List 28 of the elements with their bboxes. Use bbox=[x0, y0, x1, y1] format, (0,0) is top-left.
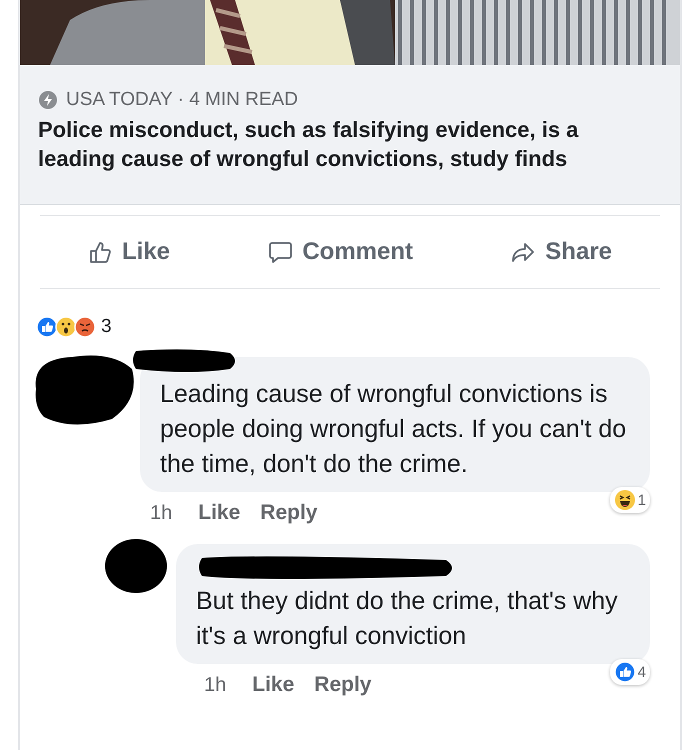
thumbs-up-icon bbox=[614, 661, 636, 683]
lightning-icon bbox=[38, 90, 58, 110]
surprised-face-icon bbox=[55, 316, 77, 338]
reaction-badge[interactable]: 1 bbox=[610, 487, 650, 513]
action-button[interactable]: Share bbox=[503, 234, 620, 270]
reaction-count: 4 bbox=[638, 664, 646, 680]
comment-action-link[interactable]: Like bbox=[192, 501, 246, 525]
action-button[interactable]: Comment bbox=[260, 234, 421, 270]
comment-action-link[interactable]: Reply bbox=[254, 501, 324, 525]
share-arrow-icon bbox=[511, 240, 536, 264]
article-source: USA TODAY · 4 MIN READ bbox=[66, 89, 298, 111]
reaction-badge[interactable]: 4 bbox=[610, 659, 650, 685]
comment-text: Leading cause of wrongful convictions is people doing wrongful acts. If you can't do the time, don't do the crime. bbox=[160, 379, 628, 480]
reaction-count: 1 bbox=[638, 492, 646, 508]
comment-text: But they didnt do the crime, that's why it's a wrongful conviction bbox=[196, 586, 619, 652]
comment-time: 1h bbox=[150, 502, 172, 524]
article-headline[interactable]: Police misconduct, such as falsifying evidence, is a leading cause of wrongful convictions, study finds bbox=[38, 115, 660, 173]
speech-bubble-icon bbox=[268, 240, 292, 264]
thumbs-up-icon bbox=[36, 316, 58, 338]
comment-action-link[interactable]: Reply bbox=[308, 673, 378, 697]
comment-action-link[interactable]: Like bbox=[246, 673, 300, 697]
thumbs-up-icon bbox=[88, 240, 112, 264]
angry-face-icon bbox=[74, 316, 96, 338]
comment-time: 1h bbox=[204, 674, 226, 696]
action-button[interactable]: Like bbox=[80, 234, 178, 270]
redacted-avatar bbox=[104, 538, 170, 596]
laughing-face-icon bbox=[614, 489, 636, 511]
reaction-count[interactable]: 3 bbox=[101, 316, 112, 338]
